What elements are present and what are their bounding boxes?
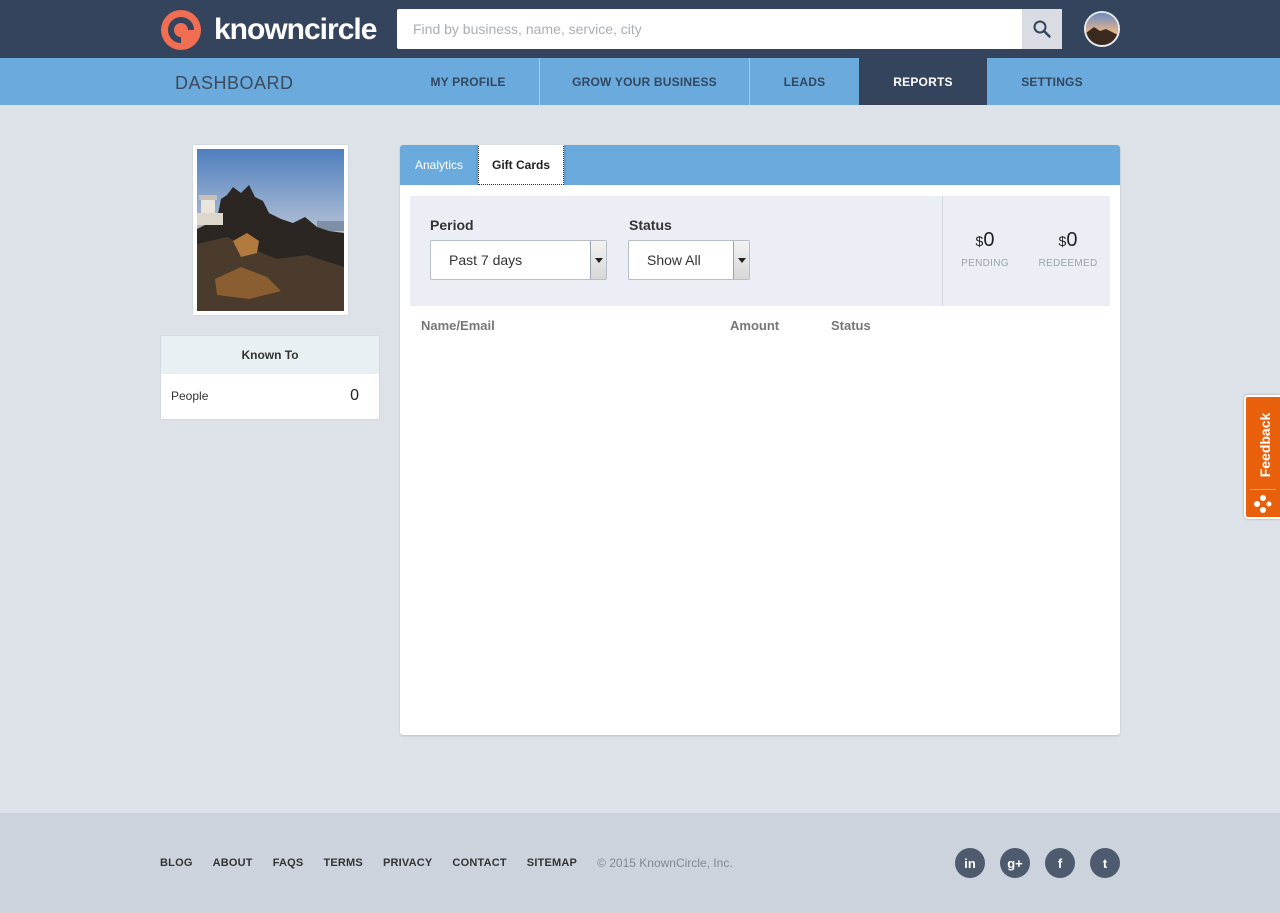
known-to-row: People 0 bbox=[161, 374, 379, 420]
nav-settings[interactable]: SETTINGS bbox=[987, 58, 1117, 105]
user-avatar[interactable] bbox=[1084, 11, 1120, 47]
profile-photo[interactable] bbox=[193, 145, 348, 315]
report-tabs: Analytics Gift Cards bbox=[400, 145, 1120, 185]
copyright: © 2015 KnownCircle, Inc. bbox=[597, 856, 733, 870]
filter-bar: Period Past 7 days Status Show All $0 PE… bbox=[410, 196, 1110, 306]
reports-panel: Analytics Gift Cards Period Past 7 days … bbox=[400, 145, 1120, 735]
column-header-name-email[interactable]: Name/Email bbox=[421, 318, 495, 333]
tab-analytics[interactable]: Analytics bbox=[400, 145, 478, 185]
footer-link-terms[interactable]: TERMS bbox=[323, 857, 363, 869]
nav-my-profile[interactable]: MY PROFILE bbox=[397, 58, 539, 105]
feedback-dots-icon bbox=[1254, 495, 1272, 513]
pending-label: PENDING bbox=[961, 258, 1009, 269]
redeemed-label: REDEEMED bbox=[1038, 258, 1098, 269]
pending-stat: $0 PENDING bbox=[945, 229, 1025, 269]
column-header-amount[interactable]: Amount bbox=[730, 318, 779, 333]
nav-grow-your-business[interactable]: GROW YOUR BUSINESS bbox=[540, 58, 749, 105]
chevron-down-icon[interactable] bbox=[733, 241, 749, 279]
known-to-card: Known To People 0 bbox=[160, 335, 380, 420]
facebook-icon[interactable]: f bbox=[1045, 848, 1075, 878]
period-select[interactable]: Past 7 days bbox=[430, 240, 607, 280]
footer-links: BLOG ABOUT FAQS TERMS PRIVACY CONTACT SI… bbox=[160, 856, 733, 870]
knowncircle-logo-icon bbox=[160, 9, 202, 51]
twitter-icon[interactable]: t bbox=[1090, 848, 1120, 878]
feedback-divider bbox=[1250, 489, 1276, 490]
column-header-status[interactable]: Status bbox=[831, 318, 871, 333]
period-select-value: Past 7 days bbox=[449, 252, 523, 268]
known-to-label: People bbox=[171, 389, 209, 403]
search-bar bbox=[397, 9, 1062, 49]
pending-amount: $0 bbox=[975, 229, 995, 251]
period-label: Period bbox=[430, 217, 474, 233]
footer-link-sitemap[interactable]: SITEMAP bbox=[527, 857, 577, 869]
footer-link-about[interactable]: ABOUT bbox=[213, 857, 253, 869]
nav-reports[interactable]: REPORTS bbox=[859, 58, 987, 105]
search-button[interactable] bbox=[1022, 9, 1062, 49]
top-header: knowncircle bbox=[0, 0, 1280, 58]
status-select[interactable]: Show All bbox=[628, 240, 750, 280]
google-plus-icon[interactable]: g+ bbox=[1000, 848, 1030, 878]
known-to-title: Known To bbox=[161, 336, 379, 374]
linkedin-icon[interactable]: in bbox=[955, 848, 985, 878]
main-nav: DASHBOARD MY PROFILE GROW YOUR BUSINESS … bbox=[0, 58, 1280, 105]
known-to-count: 0 bbox=[350, 387, 359, 404]
tab-gift-cards[interactable]: Gift Cards bbox=[478, 145, 564, 185]
footer: BLOG ABOUT FAQS TERMS PRIVACY CONTACT SI… bbox=[0, 813, 1280, 913]
footer-link-privacy[interactable]: PRIVACY bbox=[383, 857, 432, 869]
profile-photo-image bbox=[197, 149, 344, 311]
search-icon bbox=[1033, 20, 1051, 38]
dashboard-title: DASHBOARD bbox=[175, 73, 294, 93]
feedback-tab[interactable]: Feedback bbox=[1244, 395, 1280, 519]
logo[interactable]: knowncircle bbox=[160, 9, 377, 51]
logo-text: knowncircle bbox=[214, 12, 377, 46]
footer-link-contact[interactable]: CONTACT bbox=[452, 857, 506, 869]
footer-link-blog[interactable]: BLOG bbox=[160, 857, 193, 869]
redeemed-stat: $0 REDEEMED bbox=[1028, 229, 1108, 269]
redeemed-amount: $0 bbox=[1058, 229, 1078, 251]
nav-leads[interactable]: LEADS bbox=[750, 58, 859, 105]
search-input[interactable] bbox=[397, 9, 1022, 49]
chevron-down-icon[interactable] bbox=[590, 241, 606, 279]
status-select-value: Show All bbox=[647, 252, 701, 268]
status-label: Status bbox=[629, 217, 672, 233]
feedback-label: Feedback bbox=[1257, 412, 1273, 478]
footer-link-faqs[interactable]: FAQS bbox=[273, 857, 304, 869]
summary-divider bbox=[942, 196, 943, 306]
